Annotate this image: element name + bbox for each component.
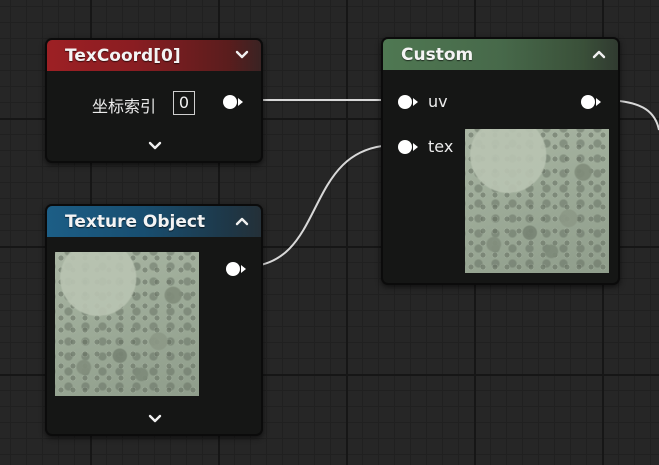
texture-preview-image bbox=[55, 252, 199, 396]
texture-object-node-header[interactable]: Texture Object bbox=[47, 206, 261, 237]
texcoord-node[interactable]: TexCoord[0] 坐标索引 0 bbox=[45, 38, 263, 163]
output-pin-icon[interactable] bbox=[580, 94, 602, 110]
wire-texture-to-tex bbox=[242, 144, 397, 268]
input-label-uv: uv bbox=[428, 92, 448, 111]
input-pin-uv-icon[interactable] bbox=[397, 94, 419, 110]
custom-node-header[interactable]: Custom bbox=[383, 39, 618, 70]
texture-object-node[interactable]: Texture Object bbox=[45, 204, 263, 436]
texcoord-node-header[interactable]: TexCoord[0] bbox=[47, 40, 261, 71]
custom-preview-image bbox=[465, 129, 609, 273]
chevron-down-icon[interactable] bbox=[147, 412, 163, 426]
chevron-up-icon[interactable] bbox=[234, 213, 250, 229]
node-title: TexCoord[0] bbox=[65, 45, 181, 66]
chevron-down-icon[interactable] bbox=[234, 47, 250, 63]
output-pin-icon[interactable] bbox=[225, 261, 247, 277]
coordinate-index-label: 坐标索引 bbox=[92, 97, 157, 116]
node-title: Custom bbox=[401, 44, 474, 65]
node-title: Texture Object bbox=[65, 211, 206, 232]
input-label-tex: tex bbox=[428, 137, 454, 156]
output-pin-icon[interactable] bbox=[222, 94, 244, 110]
input-pin-tex-icon[interactable] bbox=[397, 139, 419, 155]
coordinate-index-field[interactable]: 0 bbox=[173, 91, 195, 115]
custom-node[interactable]: Custom uv tex bbox=[381, 37, 620, 285]
chevron-up-icon[interactable] bbox=[591, 46, 607, 62]
chevron-down-icon[interactable] bbox=[147, 139, 163, 153]
